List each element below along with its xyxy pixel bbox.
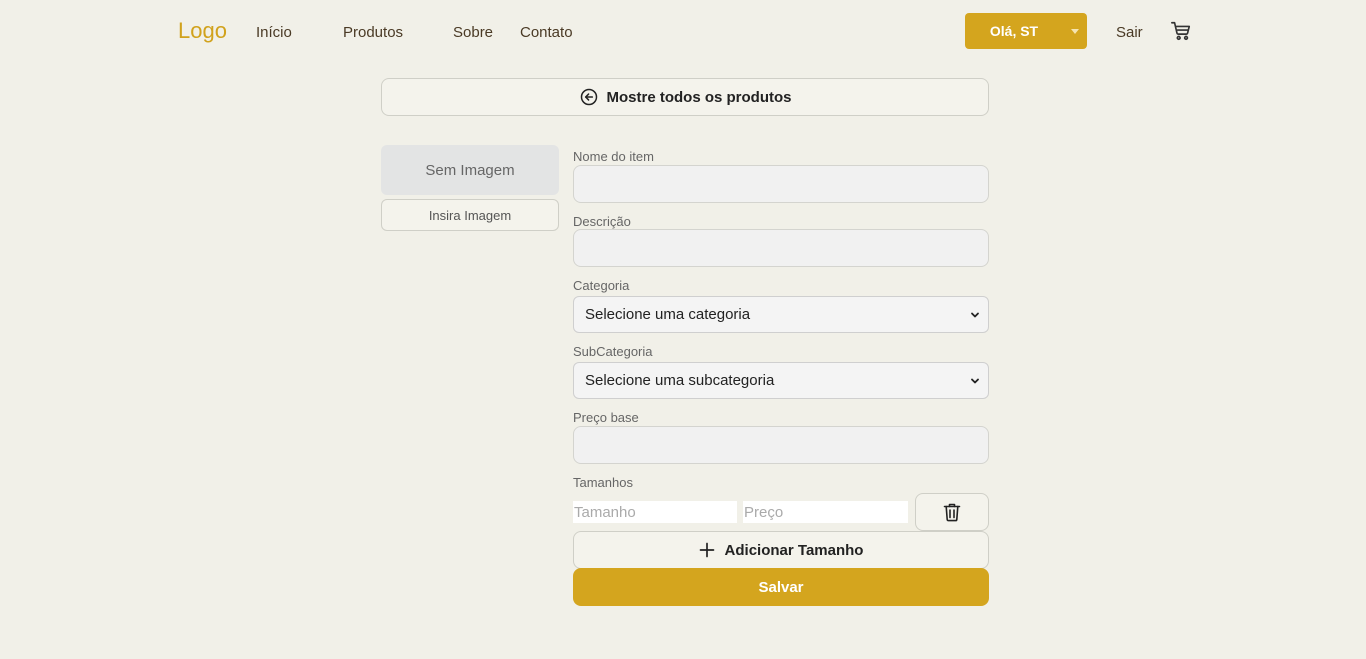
category-select[interactable]: Selecione uma categoria	[573, 296, 989, 333]
arrow-left-circle-icon	[580, 88, 597, 106]
cart-button[interactable]	[1170, 20, 1192, 42]
nav-link-produtos[interactable]: Produtos	[343, 24, 403, 41]
category-label: Categoria	[573, 278, 630, 293]
size-price-input[interactable]: Preço	[743, 501, 908, 523]
category-selected-value: Selecione uma categoria	[585, 306, 751, 323]
item-name-label: Nome do item	[573, 149, 654, 164]
sizes-label: Tamanhos	[573, 475, 633, 490]
plus-icon	[699, 542, 714, 558]
chevron-down-icon	[971, 312, 979, 317]
nav-link-contato[interactable]: Contato	[520, 24, 573, 41]
add-size-button[interactable]: Adicionar Tamanho	[573, 531, 989, 569]
subcategory-label: SubCategoria	[573, 344, 653, 359]
show-all-products-label: Mostre todos os produtos	[606, 88, 792, 106]
description-label: Descrição	[573, 214, 631, 229]
size-name-input[interactable]: Tamanho	[573, 501, 737, 523]
item-name-input[interactable]	[573, 165, 989, 203]
description-input[interactable]	[573, 229, 989, 267]
nav-link-sobre[interactable]: Sobre	[453, 24, 493, 41]
image-placeholder: Sem Imagem	[381, 145, 559, 195]
cart-icon	[1171, 21, 1191, 41]
trash-icon	[943, 503, 961, 522]
base-price-label: Preço base	[573, 410, 639, 425]
user-menu: Olá, ST	[965, 13, 1087, 49]
caret-down-icon	[1071, 28, 1079, 34]
subcategory-select[interactable]: Selecione uma subcategoria	[573, 362, 989, 399]
insert-image-button[interactable]: Insira Imagem	[381, 199, 559, 231]
chevron-down-icon	[971, 378, 979, 383]
logout-link[interactable]: Sair	[1116, 24, 1143, 41]
user-button[interactable]: Olá, ST	[965, 13, 1063, 49]
show-all-products-button[interactable]: Mostre todos os produtos	[381, 78, 989, 116]
top-navbar: Logo Início Produtos Sobre Contato Olá, …	[0, 0, 1366, 64]
subcategory-selected-value: Selecione uma subcategoria	[585, 372, 775, 389]
user-dropdown-toggle[interactable]	[1063, 13, 1087, 49]
logo[interactable]: Logo	[178, 18, 227, 44]
delete-size-button[interactable]	[915, 493, 989, 531]
save-button[interactable]: Salvar	[573, 568, 989, 606]
base-price-input[interactable]	[573, 426, 989, 464]
nav-link-inicio[interactable]: Início	[256, 24, 292, 41]
add-size-label: Adicionar Tamanho	[724, 541, 864, 559]
